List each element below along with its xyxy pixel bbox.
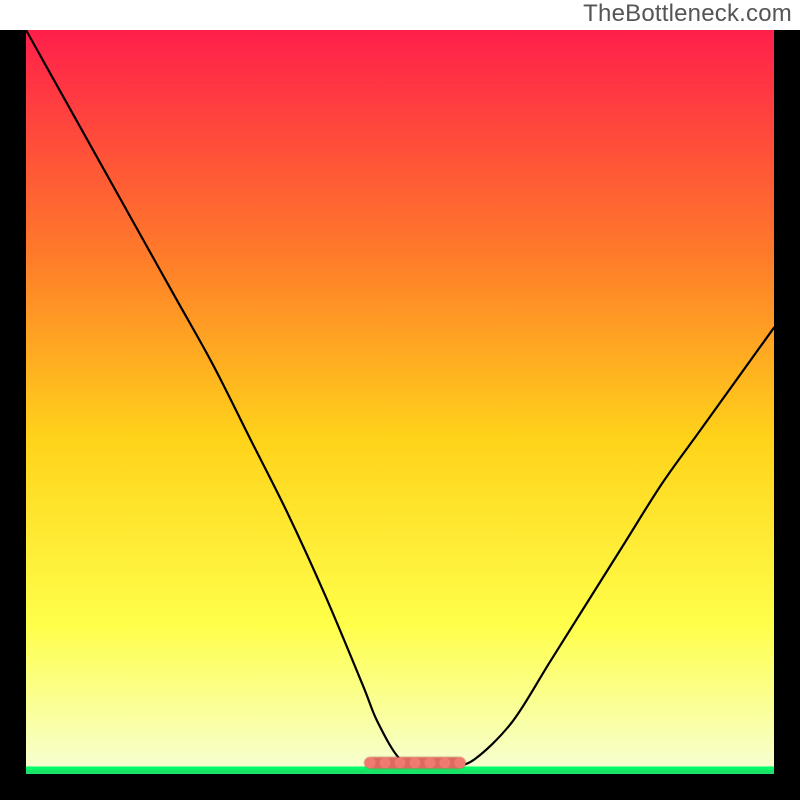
chart-container: TheBottleneck.com (0, 0, 800, 800)
chart-svg (0, 30, 800, 800)
bottleneck-chart (0, 30, 800, 800)
watermark-text: TheBottleneck.com (583, 0, 792, 28)
